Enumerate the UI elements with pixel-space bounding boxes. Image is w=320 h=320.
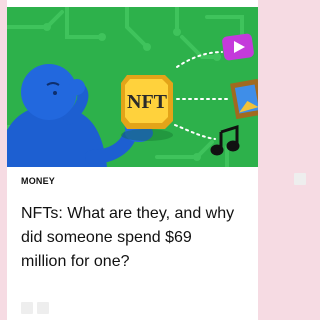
share-icon[interactable] (37, 302, 49, 314)
share-actions (21, 302, 49, 314)
bookmark-icon[interactable] (294, 173, 306, 185)
nft-coin-icon: NFT (121, 75, 173, 141)
play-button-icon (222, 33, 254, 61)
article-category[interactable]: MONEY (21, 176, 55, 186)
article-headline[interactable]: NFTs: What are they, and why did someone… (21, 202, 241, 274)
svg-text:NFT: NFT (127, 91, 168, 113)
share-icon[interactable] (21, 302, 33, 314)
article-hero-image[interactable]: NFT (7, 7, 258, 167)
